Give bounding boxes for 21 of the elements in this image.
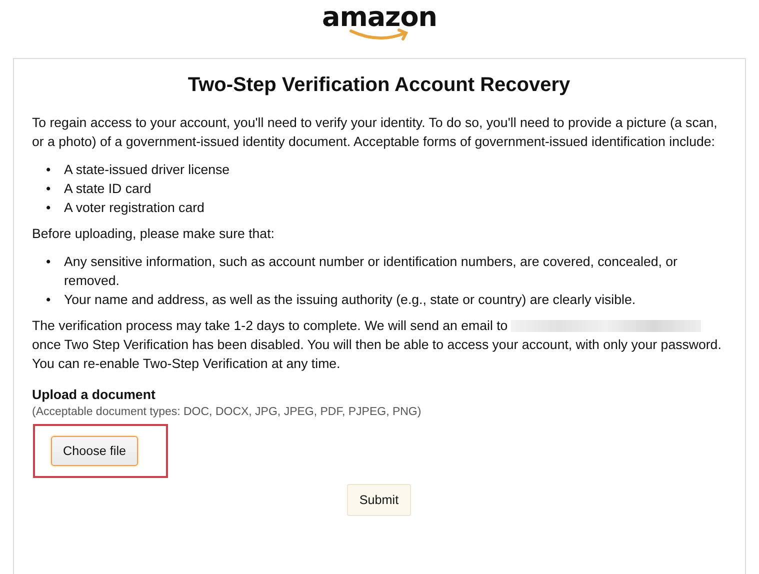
file-types-hint: (Acceptable document types: DOC, DOCX, JPG, JPEG, PDF, PJPEG, PNG) bbox=[32, 405, 422, 420]
page-title: Two-Step Verification Account Recovery bbox=[186, 73, 572, 98]
instruction-text: Before uploading, please make sure that: bbox=[32, 225, 276, 243]
logo-text: amazon bbox=[322, 4, 438, 32]
list-item: A voter registration card bbox=[64, 199, 204, 217]
submit-button[interactable]: Submit bbox=[347, 484, 411, 516]
bullet: • bbox=[46, 253, 52, 271]
list-item: Any sensitive information, such as account number or identification numbers, are covered, concealed, or removed. bbox=[64, 253, 678, 290]
choose-file-button[interactable]: Choose file bbox=[51, 436, 138, 466]
intro-text: To regain access to your account, you'll need to verify your identity. To do so, you'll need to provide a picture (a scan, or a photo) of a government-issued identity document. Acceptable forms of government-issued identification include: bbox=[32, 114, 718, 151]
list-item: A state-issued driver license bbox=[64, 161, 230, 179]
bullet: • bbox=[46, 199, 52, 217]
list-item: Your name and address, as well as the issuing authority (e.g., state or country) are clearly visible. bbox=[64, 291, 636, 309]
smile-arrow-icon bbox=[348, 28, 410, 42]
bullet: • bbox=[46, 180, 52, 198]
verification-text: The verification process may take 1-2 days to complete. We will send an email to bbox=[32, 318, 508, 333]
verification-text: once Two Step Verification has been disabled. You will then be able to access your account, with only your password. You can re-enable Two-Step Verification at any time. bbox=[32, 337, 722, 371]
bullet: • bbox=[46, 161, 52, 179]
list-item: A state ID card bbox=[64, 180, 152, 198]
bullet: • bbox=[46, 291, 52, 309]
upload-label: Upload a document bbox=[32, 386, 156, 404]
